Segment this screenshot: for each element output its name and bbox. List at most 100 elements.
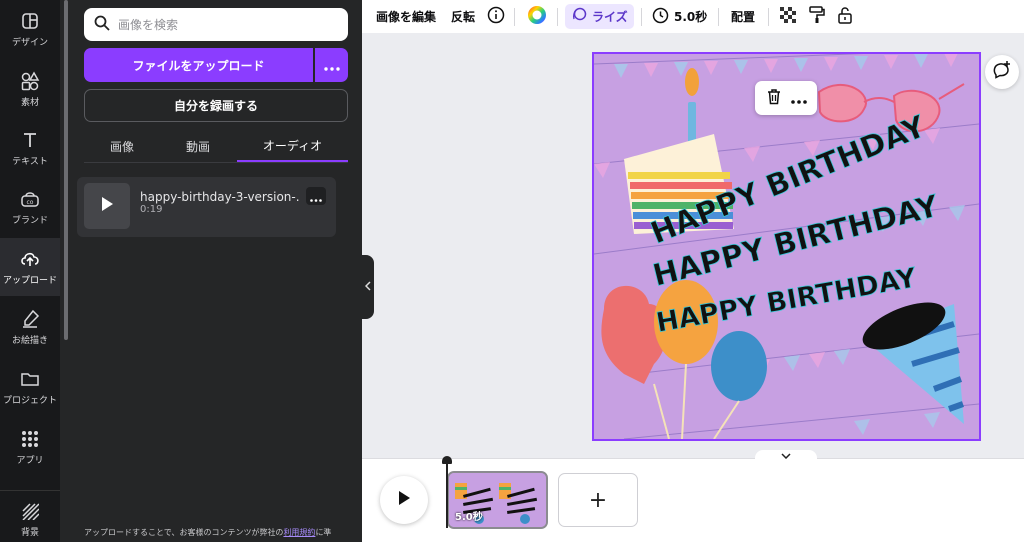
tab-divider [84, 162, 348, 163]
audio-title: happy-birthday-3-version-... [140, 190, 300, 204]
svg-text:co: co [27, 199, 34, 206]
upload-more-button[interactable] [315, 48, 348, 82]
more-horizontal-icon [323, 56, 340, 75]
rail-item-projects[interactable]: プロジェクト [0, 358, 60, 416]
upload-files-label: ファイルをアップロード [132, 58, 265, 73]
terms-link[interactable]: 利用規約 [283, 528, 315, 537]
collapse-panel-handle[interactable] [362, 255, 374, 319]
rail-item-brand[interactable]: co ブランド [0, 178, 60, 236]
search-box[interactable] [84, 8, 348, 41]
edit-image-button[interactable]: 画像を編集 [376, 0, 436, 33]
upload-terms-note: アップロードすることで、お客様のコンテンツが弊社の利用規約に準 [84, 527, 364, 538]
audio-list-item[interactable]: happy-birthday-3-version-... 0:19 [77, 177, 336, 237]
rail-label: テキスト [12, 156, 48, 167]
tab-label: 動画 [185, 139, 210, 154]
play-icon [397, 490, 411, 510]
rail-item-background[interactable]: 背景 [0, 490, 60, 542]
tab-videos[interactable]: 動画 [160, 130, 236, 162]
chevron-left-icon [364, 280, 371, 294]
lock-icon [837, 6, 853, 27]
folder-icon [20, 369, 40, 389]
rail-label: アプリ [16, 455, 44, 466]
paint-roller-icon [809, 6, 825, 27]
toolbar-divider [768, 8, 769, 26]
draw-icon [20, 309, 40, 329]
apps-grid-icon [20, 429, 40, 449]
position-button[interactable]: 配置 [731, 0, 755, 33]
add-page-label: + [588, 487, 608, 513]
background-icon [20, 501, 40, 521]
audio-duration: 0:19 [140, 204, 163, 215]
flip-label: 反転 [451, 10, 476, 24]
tab-images[interactable]: 画像 [84, 130, 160, 162]
info-icon [487, 6, 505, 27]
flip-button[interactable]: 反転 [451, 0, 475, 33]
add-comment-button[interactable] [985, 55, 1019, 89]
comment-plus-icon [992, 60, 1012, 84]
terms-suffix: に準 [315, 528, 332, 537]
tab-label: オーディオ [262, 138, 323, 153]
tab-audio[interactable]: オーディオ [237, 130, 348, 162]
clip-duration: 5.0秒 [455, 512, 483, 523]
rail-item-uploads[interactable]: アップロード [0, 238, 60, 296]
add-page-button[interactable]: + [558, 473, 638, 527]
upload-files-button[interactable]: ファイルをアップロード [84, 48, 313, 82]
rail-label: デザイン [11, 37, 48, 48]
search-input[interactable] [118, 17, 338, 32]
play-button[interactable] [380, 476, 428, 524]
trash-icon[interactable] [766, 88, 782, 109]
animation-label: ライズ [592, 10, 628, 24]
audio-play-thumb[interactable] [84, 183, 130, 229]
app-root: デザイン 素材 テキスト co ブランド アップロード お絵描き プロジェクト … [0, 0, 1024, 542]
audio-more-button[interactable] [306, 187, 326, 205]
timeline-clip[interactable]: 5.0秒 [447, 471, 548, 529]
terms-prefix: アップロードすることで、お客様のコンテンツが弊社の [84, 528, 284, 537]
info-button[interactable] [487, 0, 505, 33]
record-yourself-label: 自分を録画する [173, 99, 258, 113]
clock-icon [652, 7, 669, 27]
color-wheel-icon [527, 5, 547, 28]
playhead[interactable] [446, 463, 448, 528]
text-icon [20, 130, 40, 150]
color-button[interactable] [527, 0, 547, 33]
animation-rise-button[interactable]: ライズ [565, 4, 634, 29]
more-horizontal-icon[interactable] [790, 89, 807, 108]
elements-icon [20, 70, 40, 91]
upload-cloud-icon [20, 249, 40, 269]
rail-label: アップロード [2, 275, 57, 286]
duration-button[interactable]: 5.0秒 [652, 0, 707, 33]
rail-item-elements[interactable]: 素材 [0, 60, 60, 118]
rail-label: プロジェクト [2, 395, 57, 406]
rail-item-apps[interactable]: アプリ [0, 418, 60, 476]
copy-style-button[interactable] [809, 0, 825, 33]
left-rail: デザイン 素材 テキスト co ブランド アップロード お絵描き プロジェクト … [0, 0, 60, 542]
element-floating-menu [755, 81, 817, 115]
search-icon [94, 15, 110, 35]
brand-icon: co [20, 189, 40, 209]
top-toolbar: 画像を編集 反転 ライズ 5.0秒 配置 [362, 0, 1024, 33]
toolbar-divider [557, 8, 558, 26]
checkerboard-icon [780, 7, 796, 26]
rail-label: 素材 [20, 97, 39, 108]
rail-label: 背景 [20, 528, 39, 538]
rail-item-draw[interactable]: お絵描き [0, 298, 60, 356]
toolbar-divider [514, 8, 515, 26]
rail-item-design[interactable]: デザイン [0, 0, 60, 58]
position-label: 配置 [731, 10, 756, 24]
more-horizontal-icon [310, 187, 322, 206]
rail-item-text[interactable]: テキスト [0, 119, 60, 177]
rail-label: お絵描き [11, 335, 48, 346]
tab-label: 画像 [109, 139, 134, 154]
lock-button[interactable] [837, 0, 853, 33]
timeline-toggle[interactable] [755, 450, 817, 462]
chevron-down-icon [781, 452, 791, 461]
duration-label: 5.0秒 [674, 10, 708, 24]
play-icon [100, 196, 114, 216]
transparency-button[interactable] [780, 0, 796, 33]
animation-icon [571, 7, 587, 26]
rail-label: ブランド [11, 215, 48, 226]
panel-scrollbar[interactable] [64, 0, 68, 340]
toolbar-divider [641, 8, 642, 26]
record-yourself-button[interactable]: 自分を録画する [84, 89, 348, 122]
toolbar-divider [718, 8, 719, 26]
